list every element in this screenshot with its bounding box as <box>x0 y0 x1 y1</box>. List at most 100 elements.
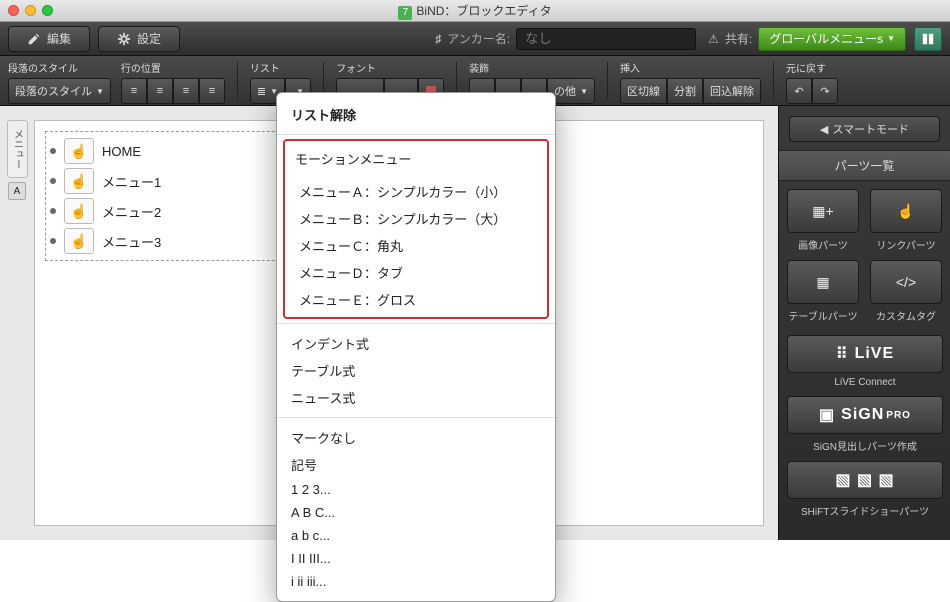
dropdown-item-menu-d[interactable]: メニューＤ：タブ <box>285 259 547 286</box>
dropdown-item-menu-c[interactable]: メニューＣ：角丸 <box>285 232 547 259</box>
dropdown-item-nomark[interactable]: マークなし <box>277 424 555 451</box>
parts-panel: ◀ スマートモード パーツ一覧 ▦+ 画像パーツ ☝ リンクパーツ ▦ テーブル… <box>778 106 950 540</box>
menu-item[interactable]: ☝ HOME <box>50 136 300 166</box>
part-custom-tag[interactable]: </> カスタムタグ <box>870 260 942 323</box>
menu-item-label: メニュー2 <box>102 202 161 221</box>
dropdown-item-indent[interactable]: インデント式 <box>277 330 555 357</box>
dropdown-mark-section: マークなし 記号 1 2 3... A B C... a b c... I II… <box>277 422 555 595</box>
side-tab-badge[interactable]: A <box>8 182 26 200</box>
live-logo-icon: ⠿ <box>836 344 849 364</box>
redo-icon: ↷ <box>820 85 829 98</box>
redo-button[interactable]: ↷ <box>812 78 838 104</box>
window-title: 7BiND：ブロックエディタ <box>0 2 950 20</box>
insert-split-label: 分割 <box>674 83 696 99</box>
insert-separator-button[interactable]: 区切線 <box>620 78 667 104</box>
insert-split-button[interactable]: 分割 <box>667 78 703 104</box>
part-link[interactable]: ☝ リンクパーツ <box>870 189 942 252</box>
anchor-hash: ♯ <box>435 32 441 46</box>
align-left-icon: ≡ <box>131 85 137 97</box>
bullet-icon <box>50 238 56 244</box>
decoration-group-label: 装飾 <box>469 60 595 75</box>
image-plus-icon: ▦+ <box>812 203 833 220</box>
undo-group: 元に戻す ↶ ↷ <box>786 60 838 101</box>
align-justify-icon: ≡ <box>209 85 215 97</box>
dropdown-item-menu-a[interactable]: メニューＡ：シンプルカラー（小） <box>285 178 547 205</box>
insert-clearwrap-button[interactable]: 回込解除 <box>703 78 761 104</box>
part-shift-slideshow[interactable]: ▧ ▧ ▧ SHiFTスライドショーパーツ <box>787 461 943 518</box>
pointer-hand-icon: ☝ <box>64 198 94 224</box>
code-icon: </> <box>896 274 916 290</box>
share-menu-button[interactable]: グローバルメニューs ▼ <box>758 27 906 51</box>
live-title: LiVE <box>855 345 895 363</box>
list-style-dropdown[interactable]: リスト解除 モーションメニュー メニューＡ：シンプルカラー（小） メニューＢ：シ… <box>276 92 556 602</box>
part-sign-pro[interactable]: ▣SiGNPRO SiGN見出しパーツ作成 <box>787 396 943 453</box>
insert-group: 挿入 区切線 分割 回込解除 <box>620 60 761 101</box>
pencil-icon <box>27 32 41 46</box>
align-justify-button[interactable]: ≡ <box>199 78 225 104</box>
align-right-button[interactable]: ≡ <box>173 78 199 104</box>
window-titlebar: 7BiND：ブロックエディタ <box>0 0 950 22</box>
menu-item-label: HOME <box>102 144 141 159</box>
dropdown-item-abc-upper[interactable]: A B C... <box>277 501 555 524</box>
share-group: ⚠ 共有: グローバルメニューs ▼ <box>708 27 906 51</box>
sign-logo-icon: ▣ <box>819 405 835 425</box>
part-table[interactable]: ▦ テーブルパーツ <box>787 260 859 323</box>
bullet-list-icon: ≣ <box>257 85 266 98</box>
dropdown-header[interactable]: リスト解除 <box>277 99 555 130</box>
part-image[interactable]: ▦+ 画像パーツ <box>787 189 859 252</box>
pointer-hand-icon: ☝ <box>64 138 94 164</box>
anchor-name-group: ♯ アンカー名: <box>435 28 696 50</box>
align-left-button[interactable]: ≡ <box>121 78 147 104</box>
side-tab-menu[interactable]: メニュー <box>7 120 28 178</box>
dropdown-item-menu-e[interactable]: メニューＥ：グロス <box>285 286 547 313</box>
paragraph-style-select[interactable]: 段落のスタイル▼ <box>8 78 111 104</box>
dropdown-item-menu-b[interactable]: メニューＢ：シンプルカラー（大） <box>285 205 547 232</box>
undo-group-label: 元に戻す <box>786 60 838 75</box>
part-label: テーブルパーツ <box>788 308 857 323</box>
smart-mode-label: スマートモード <box>832 121 909 137</box>
sign-title: SiGN <box>841 406 884 424</box>
chevron-down-icon: ▼ <box>96 87 104 96</box>
part-label: リンクパーツ <box>876 237 935 252</box>
dropdown-item-table[interactable]: テーブル式 <box>277 357 555 384</box>
settings-label: 設定 <box>137 30 161 47</box>
menu-item[interactable]: ☝ メニュー3 <box>50 226 300 256</box>
smart-mode-button[interactable]: ◀ スマートモード <box>789 116 940 142</box>
menu-item[interactable]: ☝ メニュー2 <box>50 196 300 226</box>
pointer-icon: ☝ <box>897 203 914 220</box>
dropdown-motion-title[interactable]: モーションメニュー <box>285 145 547 172</box>
align-center-button[interactable]: ≡ <box>147 78 173 104</box>
main-toolbar: 編集 設定 ♯ アンカー名: ⚠ 共有: グローバルメニューs ▼ <box>0 22 950 56</box>
dropdown-item-roman-lower[interactable]: i ii iii... <box>277 570 555 593</box>
list-group-label: リスト <box>250 60 311 75</box>
part-label: 画像パーツ <box>798 237 848 252</box>
dropdown-item-123[interactable]: 1 2 3... <box>277 478 555 501</box>
dropdown-item-roman-upper[interactable]: I II III... <box>277 547 555 570</box>
bullet-icon <box>50 208 56 214</box>
share-label: 共有: <box>725 30 752 47</box>
dropdown-item-symbol[interactable]: 記号 <box>277 451 555 478</box>
menu-item-label: メニュー1 <box>102 172 161 191</box>
anchor-name-input[interactable] <box>516 28 696 50</box>
line-position-group: 行の位置 ≡ ≡ ≡ ≡ <box>121 60 225 101</box>
dropdown-item-news[interactable]: ニュース式 <box>277 384 555 411</box>
settings-button[interactable]: 設定 <box>98 26 180 52</box>
insert-group-label: 挿入 <box>620 60 761 75</box>
menu-block[interactable]: ☝ HOME ☝ メニュー1 ☝ メニュー2 ☝ メニュー3 <box>45 131 305 261</box>
library-button[interactable] <box>914 27 942 51</box>
part-live-connect[interactable]: ⠿LiVE LiVE Connect <box>787 335 943 388</box>
chevron-down-icon: ▼ <box>580 87 588 96</box>
edit-mode-button[interactable]: 編集 <box>8 26 90 52</box>
insert-clearwrap-label: 回込解除 <box>710 83 754 99</box>
insert-separator-label: 区切線 <box>627 83 660 99</box>
chevron-down-icon: ▼ <box>887 34 895 43</box>
edit-mode-label: 編集 <box>47 30 71 47</box>
menu-item-label: メニュー3 <box>102 232 161 251</box>
menu-item[interactable]: ☝ メニュー1 <box>50 166 300 196</box>
dropdown-item-abc-lower[interactable]: a b c... <box>277 524 555 547</box>
dropdown-style-section: インデント式 テーブル式 ニュース式 <box>277 328 555 413</box>
share-menu-label: グローバルメニューs <box>769 30 883 47</box>
align-center-icon: ≡ <box>157 85 163 97</box>
part-label: SiGN見出しパーツ作成 <box>813 438 917 453</box>
undo-button[interactable]: ↶ <box>786 78 812 104</box>
